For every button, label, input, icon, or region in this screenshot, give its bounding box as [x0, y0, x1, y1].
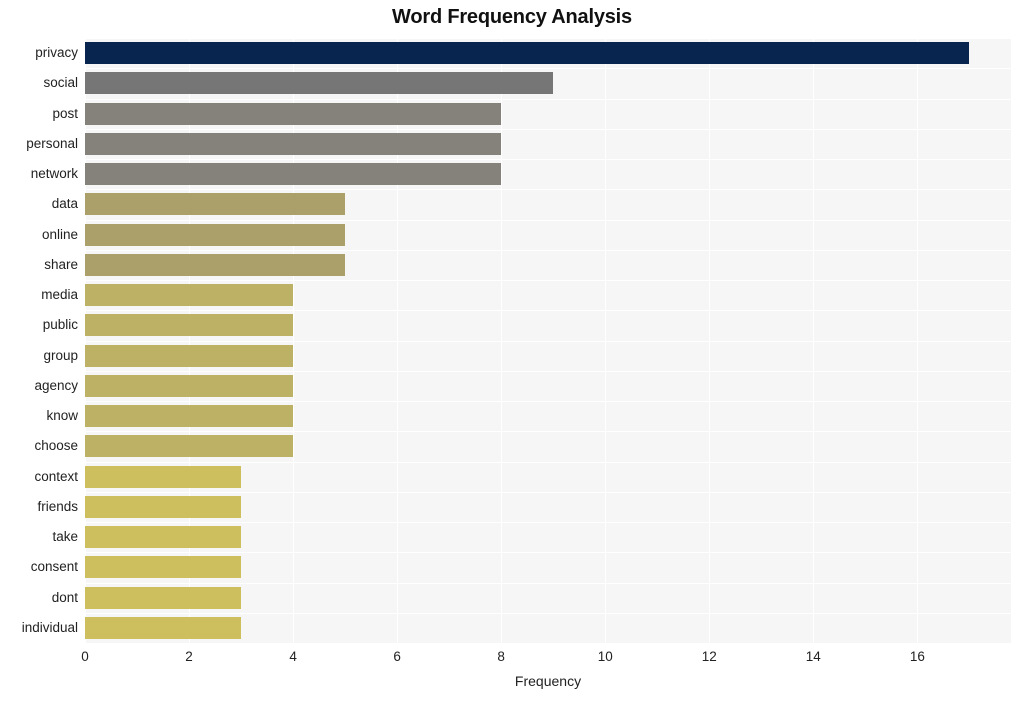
y-axis-tick-label: network — [30, 166, 78, 182]
bar[interactable] — [85, 163, 502, 186]
y-axis-tick-label: data — [51, 196, 78, 212]
bar[interactable] — [85, 556, 242, 579]
bar[interactable] — [85, 102, 502, 125]
y-axis-tick-label: consent — [30, 559, 78, 575]
y-axis-tick-label: group — [43, 347, 78, 363]
bar[interactable] — [85, 526, 242, 549]
y-axis-tick-label: public — [42, 317, 78, 333]
bar[interactable] — [85, 435, 294, 458]
x-axis-tick-label: 12 — [701, 649, 717, 664]
x-axis-tick-label: 10 — [597, 649, 613, 664]
word-frequency-chart: Word Frequency Analysis privacy social pos… — [0, 0, 1024, 701]
bar[interactable] — [85, 405, 294, 428]
x-axis-tick-labels: 0 2 4 6 8 10 12 14 16 — [0, 648, 1024, 668]
y-axis-tick-label: individual — [21, 619, 78, 635]
x-axis-tick-label: 8 — [497, 649, 505, 664]
y-axis-labels: privacy social post personal network data onli… — [0, 38, 78, 643]
x-axis-tick-label: 16 — [909, 649, 925, 664]
bar[interactable] — [85, 465, 242, 488]
bar[interactable] — [85, 193, 346, 216]
y-axis-tick-label: friends — [37, 498, 78, 514]
y-axis-tick-label: take — [52, 529, 78, 545]
y-axis-tick-label: choose — [34, 438, 78, 454]
y-axis-tick-label: dont — [51, 589, 78, 605]
y-axis-tick-label: know — [46, 408, 78, 424]
y-axis-tick-label: context — [34, 468, 78, 484]
bar[interactable] — [85, 223, 346, 246]
y-axis-tick-label: share — [44, 256, 78, 272]
x-axis-title: Frequency — [514, 673, 582, 689]
bar[interactable] — [85, 344, 294, 367]
bar[interactable] — [85, 586, 242, 609]
bar[interactable] — [85, 284, 294, 307]
bar[interactable] — [85, 495, 242, 518]
bar[interactable] — [85, 314, 294, 337]
y-axis-tick-label: media — [41, 287, 78, 303]
y-axis-tick-label: privacy — [35, 45, 78, 61]
bar[interactable] — [85, 42, 970, 65]
bar[interactable] — [85, 374, 294, 397]
y-axis-tick-label: online — [41, 226, 78, 242]
bar[interactable] — [85, 253, 346, 276]
bar[interactable] — [85, 132, 502, 155]
y-axis-tick-label: agency — [34, 377, 78, 393]
y-axis-tick-label: social — [43, 75, 78, 91]
bars-layer — [85, 38, 1011, 643]
x-axis-tick-label: 0 — [81, 649, 89, 664]
bar[interactable] — [85, 72, 554, 95]
x-axis-tick-label: 6 — [393, 649, 401, 664]
x-axis-tick-label: 14 — [805, 649, 821, 664]
x-axis-tick-label: 4 — [289, 649, 297, 664]
x-axis-tick-label: 2 — [185, 649, 193, 664]
y-axis-tick-label: personal — [26, 135, 78, 151]
chart-title: Word Frequency Analysis — [392, 6, 632, 28]
bar[interactable] — [85, 616, 242, 639]
y-axis-tick-label: post — [52, 105, 78, 121]
plot-area — [85, 38, 1011, 643]
